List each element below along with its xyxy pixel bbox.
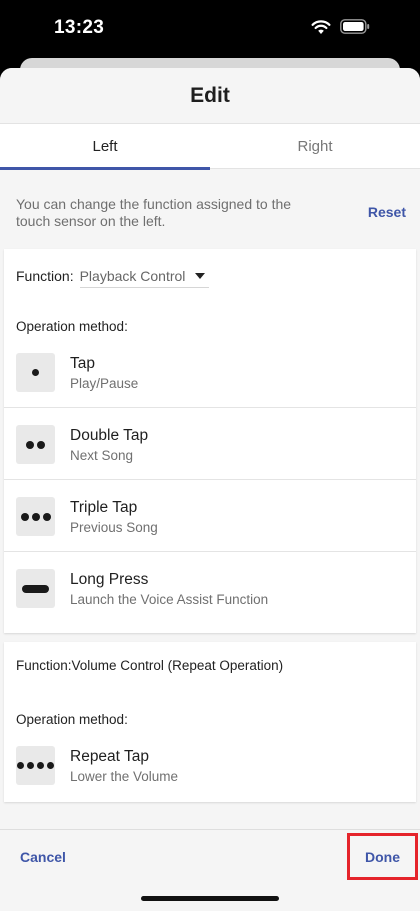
operation-method-label: Operation method: xyxy=(16,712,128,727)
info-text: You can change the function assigned to … xyxy=(16,196,292,229)
side-tabs: Left Right xyxy=(0,123,420,170)
info-row: You can change the function assigned to … xyxy=(0,190,420,240)
tab-selected-indicator xyxy=(0,167,210,170)
operation-row-repeat-tap: Repeat Tap Lower the Volume xyxy=(4,729,416,801)
function-label: Function: xyxy=(16,268,74,284)
operation-title: Double Tap xyxy=(70,427,149,444)
volume-control-card: Function:Volume Control (Repeat Operatio… xyxy=(4,642,416,802)
done-button[interactable]: Done xyxy=(347,833,418,880)
reset-button[interactable]: Reset xyxy=(368,204,406,220)
tab-left[interactable]: Left xyxy=(0,124,210,170)
battery-icon xyxy=(340,19,370,34)
operation-subtitle: Next Song xyxy=(70,448,134,463)
edit-sheet: Edit Left Right You can change the funct… xyxy=(0,68,420,911)
status-bar: 13:23 xyxy=(0,0,420,58)
operation-title: Tap xyxy=(70,355,95,372)
bottom-action-bar: Cancel Done xyxy=(0,829,420,911)
tab-right-label: Right xyxy=(297,138,333,155)
function-label: Function:Volume Control (Repeat Operatio… xyxy=(16,658,284,673)
operation-title: Long Press xyxy=(70,571,149,588)
double-dot-icon xyxy=(16,425,55,464)
operation-row-long-press: Long Press Launch the Voice Assist Funct… xyxy=(4,552,416,624)
wifi-icon xyxy=(311,20,331,34)
function-dropdown[interactable]: Playback Control xyxy=(79,264,210,288)
tab-right[interactable]: Right xyxy=(210,124,420,169)
triple-dot-icon xyxy=(16,497,55,536)
cancel-button[interactable]: Cancel xyxy=(20,849,66,865)
dropdown-caret-icon xyxy=(195,272,206,279)
status-time: 13:23 xyxy=(54,17,105,38)
operation-subtitle: Lower the Volume xyxy=(70,769,179,784)
repeat-dots-icon xyxy=(16,746,55,785)
operation-subtitle: Launch the Voice Assist Function xyxy=(70,592,269,607)
function-dropdown-value: Playback Control xyxy=(79,267,186,284)
operation-row-tap: Tap Play/Pause xyxy=(4,336,416,408)
operation-row-double-tap: Double Tap Next Song xyxy=(4,408,416,480)
operation-subtitle: Play/Pause xyxy=(70,376,139,391)
sheet-title: Edit xyxy=(0,68,420,123)
tab-left-label: Left xyxy=(92,138,118,155)
operation-method-label: Operation method: xyxy=(16,319,128,334)
function-row: Function: Playback Control xyxy=(16,263,316,289)
home-indicator xyxy=(141,896,279,901)
operation-subtitle: Previous Song xyxy=(70,520,158,535)
long-press-bar-icon xyxy=(16,569,55,608)
done-button-label: Done xyxy=(365,848,400,865)
playback-control-card: Function: Playback Control Operation met… xyxy=(4,249,416,633)
operation-title: Repeat Tap xyxy=(70,748,149,765)
operation-title: Triple Tap xyxy=(70,499,138,516)
operation-row-triple-tap: Triple Tap Previous Song xyxy=(4,480,416,552)
single-dot-icon xyxy=(16,353,55,392)
